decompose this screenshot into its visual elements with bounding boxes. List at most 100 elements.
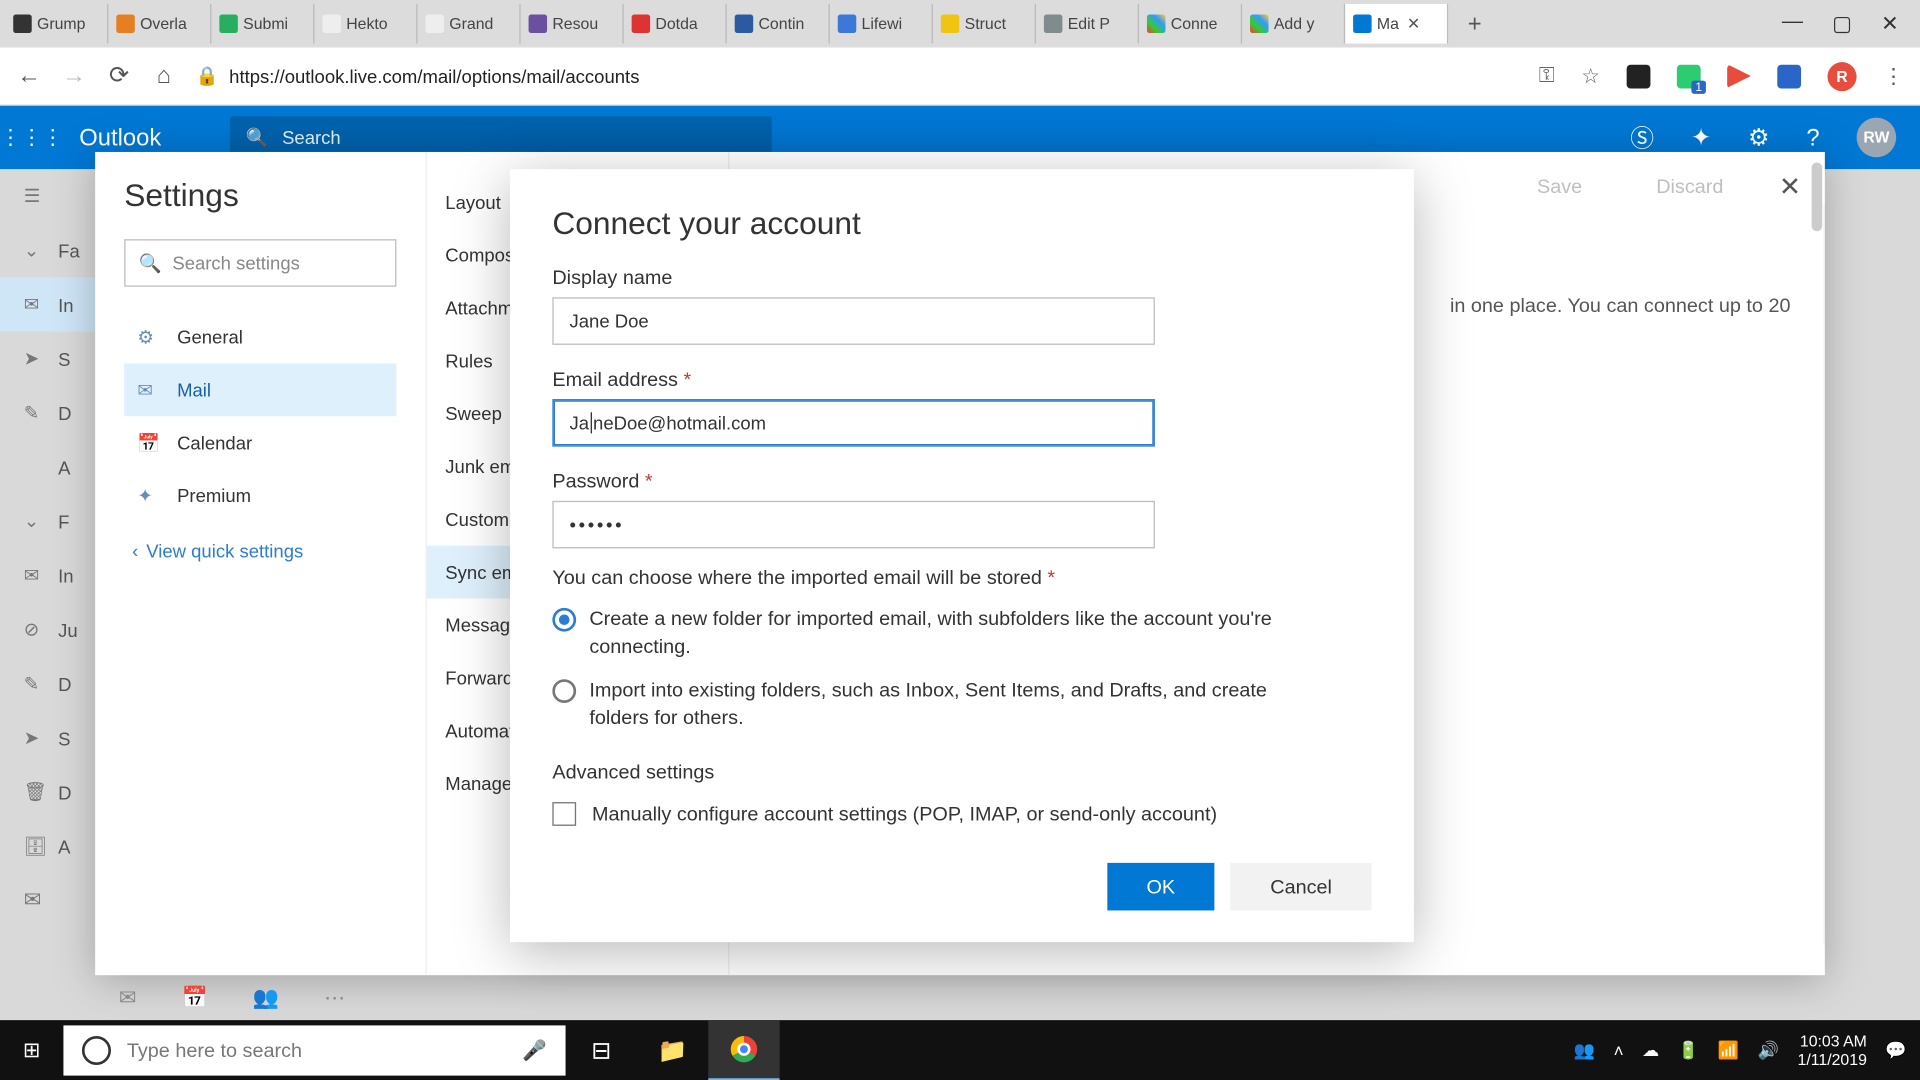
mail-app-icon[interactable]: ✉ (119, 984, 137, 1010)
radio-import-existing[interactable] (552, 679, 576, 703)
rail-item[interactable]: ✎D (0, 657, 95, 711)
rail-item[interactable]: ⊘Ju (0, 603, 95, 657)
start-button[interactable]: ⊞ (0, 1037, 63, 1063)
chrome-app-icon[interactable] (708, 1020, 779, 1080)
tab-label: Hekto (346, 15, 387, 33)
category-premium[interactable]: ✦Premium (124, 469, 396, 522)
people-tray-icon[interactable]: 👥 (1574, 1040, 1595, 1061)
home-icon[interactable]: ⌂ (151, 62, 177, 90)
tab-8[interactable]: Lifewi (830, 4, 933, 44)
tab-3[interactable]: Hekto (314, 4, 417, 44)
rail-item[interactable]: 🗄A (0, 819, 95, 873)
tab-7[interactable]: Contin (727, 4, 830, 44)
forward-icon[interactable]: → (61, 62, 87, 90)
url-field[interactable]: 🔒 https://outlook.live.com/mail/options/… (196, 65, 1521, 87)
tab-13-active[interactable]: Ma ✕ (1345, 4, 1448, 44)
onedrive-icon[interactable]: ☁ (1642, 1040, 1659, 1061)
radio-create-folder[interactable] (552, 608, 576, 632)
help-icon[interactable]: ? (1806, 124, 1819, 152)
rail-item[interactable]: A (0, 440, 95, 494)
hamburger-icon[interactable]: ☰ (24, 185, 45, 207)
rail-item[interactable]: ⌄Fa (0, 223, 95, 277)
mail-icon: ✉ (137, 379, 161, 401)
system-clock[interactable]: 10:03 AM 1/11/2019 (1798, 1031, 1867, 1069)
action-center-icon[interactable]: 💬 (1885, 1040, 1906, 1061)
scrollbar-thumb[interactable] (1812, 163, 1823, 232)
tab-label: Contin (758, 15, 804, 33)
reload-icon[interactable]: ⟳ (106, 62, 132, 90)
view-quick-settings-link[interactable]: ‹View quick settings (124, 540, 396, 561)
tab-0[interactable]: Grump (5, 4, 108, 44)
category-mail[interactable]: ✉Mail (124, 363, 396, 416)
tab-9[interactable]: Struct (933, 4, 1036, 44)
browser-tabstrip: Grump Overla Submi Hekto Grand Resou Dot… (0, 0, 1920, 48)
star-icon[interactable]: ☆ (1581, 63, 1600, 89)
settings-gear-icon[interactable]: ⚙ (1748, 124, 1769, 152)
extension-icon-4[interactable] (1777, 64, 1801, 88)
back-icon[interactable]: ← (16, 62, 42, 90)
password-input[interactable]: •••••• (552, 501, 1155, 549)
rail-item[interactable]: ✉In (0, 277, 95, 331)
new-tab-button[interactable]: + (1448, 10, 1501, 38)
tab-label: Add y (1274, 15, 1315, 33)
save-button[interactable]: Save (1519, 168, 1601, 206)
close-window-icon[interactable]: ✕ (1881, 11, 1899, 37)
rail-item[interactable]: ➤S (0, 711, 95, 765)
people-app-icon[interactable]: 👥 (253, 984, 279, 1010)
radio-create-folder-label: Create a new folder for imported email, … (589, 605, 1329, 660)
tab-10[interactable]: Edit P (1036, 4, 1139, 44)
ok-button[interactable]: OK (1107, 863, 1215, 911)
profile-avatar[interactable]: R (1827, 61, 1856, 90)
tray-chevron-icon[interactable]: ˄ (1614, 1041, 1624, 1061)
tab-6[interactable]: Dotda (624, 4, 727, 44)
task-view-icon[interactable]: ⊟ (566, 1020, 637, 1080)
maximize-icon[interactable]: ▢ (1832, 11, 1852, 37)
category-general[interactable]: ⚙General (124, 311, 396, 364)
lock-icon: 🔒 (196, 65, 219, 87)
user-avatar[interactable]: RW (1857, 118, 1897, 158)
taskbar-search-input[interactable]: Type here to search 🎤 (63, 1025, 565, 1075)
rail-item[interactable]: 🗑D (0, 765, 95, 819)
extension-icon-1[interactable] (1627, 64, 1651, 88)
display-name-input[interactable] (552, 297, 1155, 345)
calendar-app-icon[interactable]: 📅 (182, 984, 208, 1010)
tab-12[interactable]: Add y (1242, 4, 1345, 44)
tab-5[interactable]: Resou (521, 4, 624, 44)
tab-11[interactable]: Conne (1139, 4, 1242, 44)
rail-item[interactable]: ⌄F (0, 494, 95, 548)
minimize-icon[interactable]: — (1782, 11, 1803, 37)
premium-diamond-icon[interactable]: ✦ (1691, 124, 1711, 152)
close-icon[interactable]: ✕ (1407, 15, 1420, 33)
rail-item[interactable]: ✎D (0, 386, 95, 440)
close-settings-icon[interactable]: ✕ (1779, 170, 1801, 203)
category-calendar[interactable]: 📅Calendar (124, 416, 396, 469)
tab-4[interactable]: Grand (418, 4, 521, 44)
extension-icon-3[interactable] (1727, 64, 1751, 88)
battery-icon[interactable]: 🔋 (1678, 1040, 1699, 1061)
volume-icon[interactable]: 🔊 (1758, 1040, 1779, 1061)
sync-description-tail: in one place. You can connect up to 20 (1450, 295, 1791, 317)
microphone-icon[interactable]: 🎤 (522, 1039, 547, 1063)
rail-item[interactable]: ✉In (0, 548, 95, 602)
skype-icon[interactable]: Ⓢ (1630, 120, 1654, 154)
mail-app-icon[interactable]: ✉ (24, 887, 42, 913)
settings-title: Settings (124, 178, 396, 215)
tab-1[interactable]: Overla (108, 4, 211, 44)
email-input[interactable]: JaneDoe@hotmail.com (552, 399, 1155, 447)
tab-label: Ma (1377, 15, 1399, 33)
settings-search-input[interactable]: 🔍 Search settings (124, 239, 396, 287)
tab-2[interactable]: Submi (211, 4, 314, 44)
wifi-icon[interactable]: 📶 (1718, 1040, 1739, 1061)
tab-label: Edit P (1068, 15, 1110, 33)
kebab-menu-icon[interactable]: ⋮ (1883, 63, 1904, 89)
manual-config-checkbox[interactable] (552, 802, 576, 826)
tab-label: Resou (552, 15, 598, 33)
more-apps-icon[interactable]: ⋯ (324, 984, 345, 1010)
app-launcher-icon[interactable]: ⋮⋮⋮ (0, 124, 63, 150)
cancel-button[interactable]: Cancel (1231, 863, 1372, 911)
discard-button[interactable]: Discard (1638, 168, 1742, 206)
key-icon[interactable]: ⚿ (1539, 64, 1555, 88)
rail-item[interactable]: ➤S (0, 332, 95, 386)
file-explorer-icon[interactable]: 📁 (637, 1020, 708, 1080)
extension-icon-2[interactable]: 1 (1677, 64, 1701, 88)
